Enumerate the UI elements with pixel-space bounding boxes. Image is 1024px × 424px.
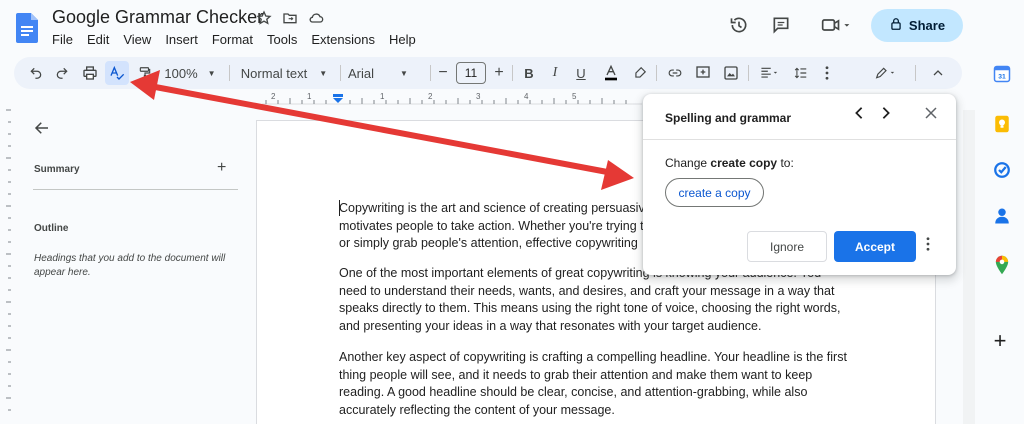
text-line: reading. A good headline should be clear… <box>339 385 808 399</box>
italic-icon[interactable]: I <box>546 57 564 89</box>
meet-icon[interactable] <box>816 14 856 36</box>
vertical-ruler[interactable] <box>2 100 14 424</box>
bold-icon[interactable]: B <box>520 57 538 89</box>
star-icon[interactable] <box>255 9 273 27</box>
decrease-font-size-icon[interactable]: − <box>436 57 450 89</box>
side-panel-rail <box>984 50 1024 424</box>
contacts-icon[interactable] <box>988 202 1016 230</box>
share-label: Share <box>908 18 946 33</box>
change-prefix: Change <box>665 156 708 170</box>
outline-hint: Headings that you add to the document wi… <box>34 253 226 278</box>
move-folder-icon[interactable] <box>281 9 299 27</box>
add-comment-icon[interactable] <box>692 57 714 89</box>
font-value: Arial <box>348 65 375 81</box>
menu-view[interactable]: View <box>123 32 157 47</box>
keep-icon[interactable] <box>988 110 1016 138</box>
scrollbar-track[interactable] <box>963 110 975 424</box>
ruler-label: 2 <box>271 92 276 101</box>
maps-icon[interactable] <box>988 251 1016 279</box>
back-arrow-icon[interactable] <box>33 119 51 142</box>
outline-heading: Outline <box>34 223 69 234</box>
chevron-down-icon: ▼ <box>319 68 328 78</box>
insert-image-icon[interactable] <box>720 57 742 89</box>
text-line: speaks directly to them. This means usin… <box>339 301 841 315</box>
divider <box>33 189 238 190</box>
chevron-down-icon: ▼ <box>400 68 408 78</box>
text-color-icon[interactable] <box>600 57 622 89</box>
divider <box>643 139 956 140</box>
menu-file[interactable]: File <box>52 32 79 47</box>
card-title: Spelling and grammar <box>665 111 792 125</box>
underline-icon[interactable]: U <box>572 57 590 89</box>
close-icon[interactable] <box>925 106 937 122</box>
menu-extensions[interactable]: Extensions <box>311 32 381 47</box>
spelling-check-icon[interactable] <box>105 61 129 85</box>
version-history-icon[interactable] <box>728 14 750 36</box>
docs-logo-icon[interactable] <box>16 13 38 43</box>
ruler-label: 3 <box>476 92 481 101</box>
print-icon[interactable] <box>79 57 101 89</box>
more-options-icon[interactable] <box>926 237 930 254</box>
zoom-value: 100% <box>164 65 198 81</box>
spelling-grammar-card: Spelling and grammar Change create copy … <box>643 94 956 275</box>
ruler-label: 2 <box>428 92 433 101</box>
menu-format[interactable]: Format <box>212 32 259 47</box>
document-title[interactable]: Google Grammar Checker <box>52 7 263 28</box>
tasks-icon[interactable] <box>988 156 1016 184</box>
paragraph-3[interactable]: Another key aspect of copywriting is cra… <box>339 349 859 419</box>
ruler-label: 5 <box>572 92 577 101</box>
redo-icon[interactable] <box>52 57 72 89</box>
share-button[interactable]: Share <box>871 9 963 42</box>
cloud-saved-icon[interactable] <box>307 9 325 27</box>
ruler-label: 1 <box>307 92 312 101</box>
zoom-select[interactable]: 100% ▼ <box>160 57 220 89</box>
chevron-up-icon[interactable] <box>928 57 948 89</box>
change-suffix: to: <box>780 156 794 170</box>
text-line: need to understand their needs, wants, a… <box>339 283 835 298</box>
text-line: Another key aspect of copywriting is cra… <box>339 350 847 364</box>
flagged-phrase: create copy <box>710 156 778 170</box>
lock-icon <box>889 17 903 34</box>
comments-icon[interactable] <box>770 14 792 36</box>
chevron-down-icon: ▼ <box>207 68 216 78</box>
calendar-icon[interactable]: 31 <box>988 60 1016 88</box>
add-summary-icon[interactable]: + <box>217 159 226 177</box>
add-addon-icon[interactable]: + <box>986 327 1014 355</box>
text-line: and presenting your ideas in a way that … <box>339 318 762 333</box>
menu-bar: File Edit View Insert Format Tools Exten… <box>52 32 430 47</box>
paragraph-2[interactable]: One of the most important elements of gr… <box>339 265 859 335</box>
menu-help[interactable]: Help <box>389 32 422 47</box>
undo-icon[interactable] <box>26 57 46 89</box>
align-left-icon[interactable] <box>754 57 784 89</box>
ruler-label: 1 <box>380 92 385 101</box>
menu-insert[interactable]: Insert <box>165 32 204 47</box>
style-value: Normal text <box>240 65 308 81</box>
style-select[interactable]: Normal text ▼ <box>236 57 332 89</box>
accept-button[interactable]: Accept <box>834 231 916 262</box>
text-line: accurately reflecting the content of you… <box>339 402 615 417</box>
insert-link-icon[interactable] <box>664 57 686 89</box>
ignore-button[interactable]: Ignore <box>747 231 827 262</box>
highlight-icon[interactable] <box>630 57 650 89</box>
text-line: thing people will see, and it needs to g… <box>339 367 813 382</box>
menu-edit[interactable]: Edit <box>87 32 115 47</box>
summary-heading: Summary <box>34 164 80 175</box>
svg-text:31: 31 <box>998 74 1006 81</box>
change-prompt: Change create copy to: <box>665 156 794 170</box>
editing-mode-icon[interactable] <box>866 57 906 89</box>
paint-format-icon[interactable] <box>135 57 155 89</box>
previous-suggestion-icon[interactable] <box>853 106 865 125</box>
menu-tools[interactable]: Tools <box>267 32 303 47</box>
suggestion-chip[interactable]: create a copy <box>665 178 764 207</box>
more-options-icon[interactable] <box>818 57 836 89</box>
horizontal-ruler[interactable] <box>262 91 642 105</box>
next-suggestion-icon[interactable] <box>880 106 892 125</box>
ruler-label: 4 <box>524 92 529 101</box>
increase-font-size-icon[interactable]: + <box>492 57 506 89</box>
font-size-input[interactable]: 11 <box>456 62 486 84</box>
line-spacing-icon[interactable] <box>790 57 812 89</box>
font-select[interactable]: Arial ▼ <box>348 57 424 89</box>
